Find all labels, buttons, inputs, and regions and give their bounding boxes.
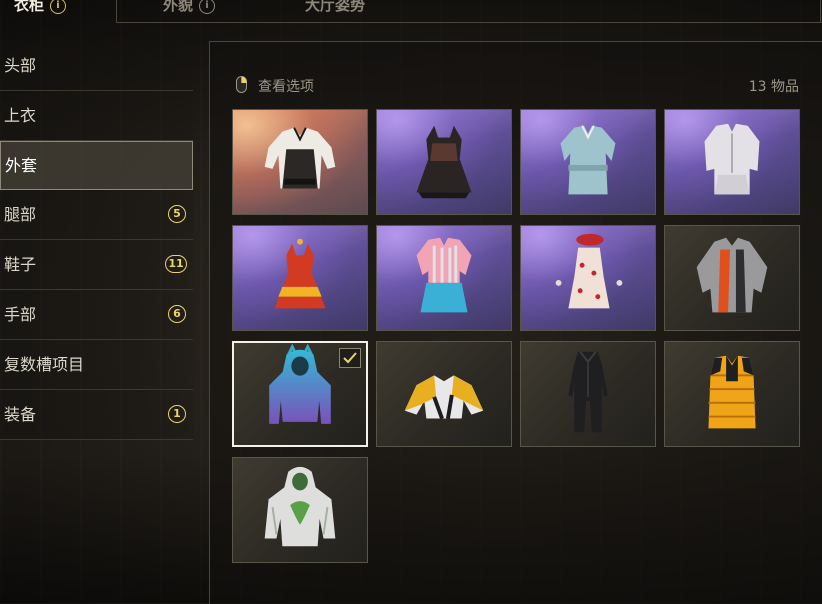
item-card[interactable] (520, 109, 656, 215)
tab-appearance[interactable]: 外貌 i (163, 0, 216, 22)
tab-label: 衣柜 (14, 0, 45, 14)
item-card[interactable] (376, 225, 512, 331)
item-card[interactable] (520, 341, 656, 447)
equipped-check-icon (339, 348, 361, 368)
tab-label: 外貌 (163, 0, 194, 14)
category-label: 装备 (4, 405, 37, 424)
item-card[interactable] (232, 225, 368, 331)
pink-striped-dress-icon (416, 237, 472, 313)
category-shoes[interactable]: 鞋子 11 (0, 240, 193, 290)
mouse-icon (236, 76, 247, 93)
tab-underline (116, 22, 822, 23)
view-options-label[interactable]: 查看选项 (258, 76, 314, 96)
category-head[interactable]: 头部 (0, 41, 193, 91)
item-card[interactable] (376, 109, 512, 215)
new-count-badge: 1 (168, 405, 186, 423)
category-legs[interactable]: 腿部 5 (0, 190, 193, 240)
category-sidebar: 头部 上衣 外套 腿部 5 鞋子 11 手部 6 复数槽项目 装备 1 (0, 41, 193, 440)
panel-header: 查看选项 13 物品 (233, 74, 799, 98)
black-white-jacket-icon (264, 127, 336, 189)
item-card[interactable] (232, 109, 368, 215)
item-card[interactable] (232, 457, 368, 563)
category-hands[interactable]: 手部 6 (0, 290, 193, 340)
category-label: 复数槽项目 (4, 355, 85, 374)
category-multi-slot[interactable]: 复数槽项目 (0, 340, 193, 390)
light-blue-uniform-icon (560, 125, 616, 195)
item-card[interactable] (664, 109, 800, 215)
item-card[interactable] (664, 341, 800, 447)
polka-dot-dress-icon (555, 233, 623, 309)
category-outerwear[interactable]: 外套 (0, 141, 193, 190)
item-card[interactable] (520, 225, 656, 331)
red-dress-icon (274, 238, 326, 309)
top-tab-bar: 衣柜 i 外貌 i 大厅姿势 (0, 0, 822, 24)
category-label: 手部 (4, 305, 37, 324)
new-count-badge: 5 (168, 205, 186, 223)
category-label: 鞋子 (4, 255, 37, 274)
item-card-selected[interactable] (232, 341, 368, 447)
info-icon[interactable]: i (50, 0, 67, 14)
item-count: 13 物品 (748, 79, 799, 95)
category-top[interactable]: 上衣 (0, 91, 193, 141)
tab-label: 大厅姿势 (305, 0, 366, 14)
category-label: 头部 (4, 56, 37, 75)
item-card[interactable] (664, 225, 800, 331)
yellow-jacket-icon (404, 375, 484, 420)
new-count-badge: 11 (165, 255, 187, 273)
category-label: 上衣 (4, 106, 37, 125)
orange-vest-icon (708, 355, 756, 429)
category-label: 腿部 (4, 205, 37, 224)
tab-lobby-pose[interactable]: 大厅姿势 (305, 0, 365, 22)
tab-divider (116, 0, 117, 23)
tab-divider (820, 0, 821, 23)
grey-orange-jacket-icon (696, 237, 768, 313)
category-gear[interactable]: 装备 1 (0, 390, 193, 440)
item-card[interactable] (376, 341, 512, 447)
black-dress-icon (416, 125, 472, 199)
white-uniform-icon (704, 123, 760, 195)
tab-wardrobe[interactable]: 衣柜 i (14, 0, 67, 22)
new-count-badge: 6 (168, 305, 186, 323)
info-icon[interactable]: i (199, 0, 216, 14)
category-label: 外套 (5, 156, 38, 175)
white-green-hoodie-icon (264, 466, 336, 547)
black-suit-icon (568, 351, 608, 433)
